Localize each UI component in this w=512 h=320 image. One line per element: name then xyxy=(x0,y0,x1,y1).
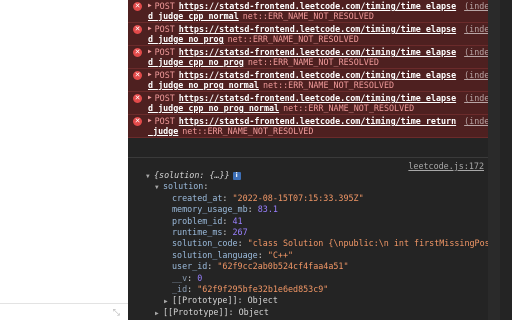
error-message[interactable]: ✕ ▶ POST https://statsd-frontend.leetcode.c… xyxy=(128,115,500,138)
request-method: POST xyxy=(154,24,175,34)
error-icon: ✕ xyxy=(133,71,142,80)
request-url[interactable]: https://statsd-frontend.leetcode.com/tim… xyxy=(179,24,456,34)
colon: : xyxy=(187,272,198,283)
expand-arrow-icon[interactable]: ▶ xyxy=(148,47,152,57)
property-key: solution_language xyxy=(172,249,258,260)
request-url[interactable]: https://statsd-frontend.leetcode.com/tim… xyxy=(179,70,456,80)
property-value: "2022-08-15T07:15:33.395Z" xyxy=(232,192,364,203)
info-icon[interactable]: i xyxy=(232,171,241,180)
collapse-arrow-icon[interactable]: ▶ xyxy=(155,308,163,319)
property-key: user_id xyxy=(172,261,208,272)
expand-arrow-icon[interactable]: ▶ xyxy=(148,116,152,126)
colon: : xyxy=(237,238,248,249)
property-value: "class Solution {\npublic:\n int firstMi… xyxy=(247,238,500,249)
request-url[interactable]: https://statsd-frontend.leetcode.com/tim… xyxy=(179,1,456,11)
property-row[interactable]: created_at: "2022-08-15T07:15:33.395Z" xyxy=(128,193,488,204)
solution-key: solution xyxy=(163,181,204,192)
colon: : xyxy=(187,283,198,294)
object-tree: ▼ {solution: {…}} i ▼ solution: created_at:… xyxy=(128,170,500,318)
object-preview: {solution: {…}} xyxy=(154,170,230,180)
expand-arrow-icon[interactable]: ▶ xyxy=(148,24,152,34)
colon: : xyxy=(222,215,233,226)
property-key: memory_usage_mb xyxy=(172,204,248,215)
property-key: runtime_ms xyxy=(172,226,223,237)
property-value: 83.1 xyxy=(257,204,278,215)
expand-arrow-icon[interactable]: ▶ xyxy=(148,1,152,11)
error-icon: ✕ xyxy=(133,2,142,11)
error-icon: ✕ xyxy=(133,25,142,34)
error-text: net::ERR_NAME_NOT_RESOLVED xyxy=(247,57,379,67)
property-value: 267 xyxy=(232,226,248,237)
error-message-list: ✕ ▶ POST https://statsd-frontend.leetcode.c… xyxy=(128,0,500,138)
request-method: POST xyxy=(154,47,175,57)
property-key: __v xyxy=(172,272,188,283)
error-message[interactable]: ✕ ▶ POST https://statsd-frontend.leetcode.c… xyxy=(128,23,500,46)
property-key: created_at xyxy=(172,192,223,203)
resize-handle-icon[interactable]: ⤡ xyxy=(113,308,120,318)
inner-prototype-label: [[Prototype]]: Object xyxy=(172,295,278,306)
property-row[interactable]: memory_usage_mb: 83.1 xyxy=(128,204,488,215)
console-panel: ✕ ▶ POST https://statsd-frontend.leetcode.c… xyxy=(128,0,500,320)
property-value: "62f9cc2ab0b524cf4faa4a51" xyxy=(217,261,349,272)
request-method: POST xyxy=(154,70,175,80)
request-method: POST xyxy=(154,116,175,126)
solution-row[interactable]: ▼ solution: xyxy=(128,181,488,192)
request-method: POST xyxy=(154,93,175,103)
request-url-continued[interactable]: d_judge_no_prog_normal xyxy=(148,80,259,90)
property-row[interactable]: problem_id: 41 xyxy=(128,216,488,227)
expand-arrow-icon[interactable]: ▶ xyxy=(148,70,152,80)
error-text: net::ERR_NAME_NOT_RESOLVED xyxy=(242,11,374,21)
colon: : xyxy=(203,181,209,192)
property-value: "62f9f295bfe32b1e6ed853c9" xyxy=(197,283,329,294)
error-icon: ✕ xyxy=(133,48,142,57)
property-row[interactable]: solution_language: "C++" xyxy=(128,250,488,261)
colon: : xyxy=(207,261,218,272)
solution-fields: created_at: "2022-08-15T07:15:33.395Z" me… xyxy=(128,193,500,296)
request-url-continued[interactable]: d_judge_cpp_no_prog_normal xyxy=(148,103,279,113)
inner-prototype-row[interactable]: ▶ [[Prototype]]: Object xyxy=(128,295,488,306)
property-key: _id xyxy=(172,283,188,294)
property-value: 0 xyxy=(197,272,203,283)
property-row[interactable]: user_id: "62f9cc2ab0b524cf4faa4a51" xyxy=(128,261,488,272)
property-row[interactable]: runtime_ms: 267 xyxy=(128,227,488,238)
devtools-drawer-bar: ⤡ xyxy=(0,303,128,320)
request-method: POST xyxy=(154,1,175,11)
request-url-continued[interactable]: d_judge_cpp_normal xyxy=(148,11,239,21)
object-root-row[interactable]: ▼ {solution: {…}} i xyxy=(128,170,488,181)
expand-arrow-icon[interactable]: ▶ xyxy=(148,93,152,103)
colon: : xyxy=(222,192,233,203)
error-text: net::ERR_NAME_NOT_RESOLVED xyxy=(227,34,359,44)
request-url-continued[interactable]: d_judge_no_prog xyxy=(148,34,224,44)
outer-prototype-row[interactable]: ▶ [[Prototype]]: Object xyxy=(128,307,488,318)
error-icon: ✕ xyxy=(133,94,142,103)
error-message[interactable]: ✕ ▶ POST https://statsd-frontend.leetcode.c… xyxy=(128,69,500,92)
error-text: net::ERR_NAME_NOT_RESOLVED xyxy=(283,103,415,113)
property-key: solution_code xyxy=(172,238,238,249)
error-icon: ✕ xyxy=(133,117,142,126)
log-divider xyxy=(128,157,488,158)
request-url[interactable]: https://statsd-frontend.leetcode.com/tim… xyxy=(179,116,456,126)
page-viewport: ⤡ xyxy=(0,0,128,320)
property-row[interactable]: solution_code: "class Solution {\npublic… xyxy=(128,238,500,249)
colon: : xyxy=(222,226,233,237)
request-url-continued[interactable]: _judge xyxy=(148,126,178,136)
property-key: problem_id xyxy=(172,215,223,226)
colon: : xyxy=(247,204,258,215)
error-text: net::ERR_NAME_NOT_RESOLVED xyxy=(182,126,314,136)
property-value: "C++" xyxy=(267,249,294,260)
outer-prototype-label: [[Prototype]]: Object xyxy=(163,306,269,317)
error-message[interactable]: ✕ ▶ POST https://statsd-frontend.leetcode.c… xyxy=(128,46,500,69)
error-message[interactable]: ✕ ▶ POST https://statsd-frontend.leetcode.c… xyxy=(128,0,500,23)
property-value: 41 xyxy=(232,215,243,226)
request-url[interactable]: https://statsd-frontend.leetcode.com/tim… xyxy=(179,47,456,57)
property-row[interactable]: _id: "62f9f295bfe32b1e6ed853c9" xyxy=(128,284,488,295)
error-text: net::ERR_NAME_NOT_RESOLVED xyxy=(262,80,395,90)
property-row[interactable]: __v: 0 xyxy=(128,273,488,284)
request-url[interactable]: https://statsd-frontend.leetcode.com/tim… xyxy=(179,93,456,103)
colon: : xyxy=(257,249,268,260)
request-url-continued[interactable]: d_judge_cpp_no_prog xyxy=(148,57,244,67)
error-message[interactable]: ✕ ▶ POST https://statsd-frontend.leetcode.c… xyxy=(128,92,500,115)
console-scrollbar[interactable] xyxy=(488,0,500,320)
